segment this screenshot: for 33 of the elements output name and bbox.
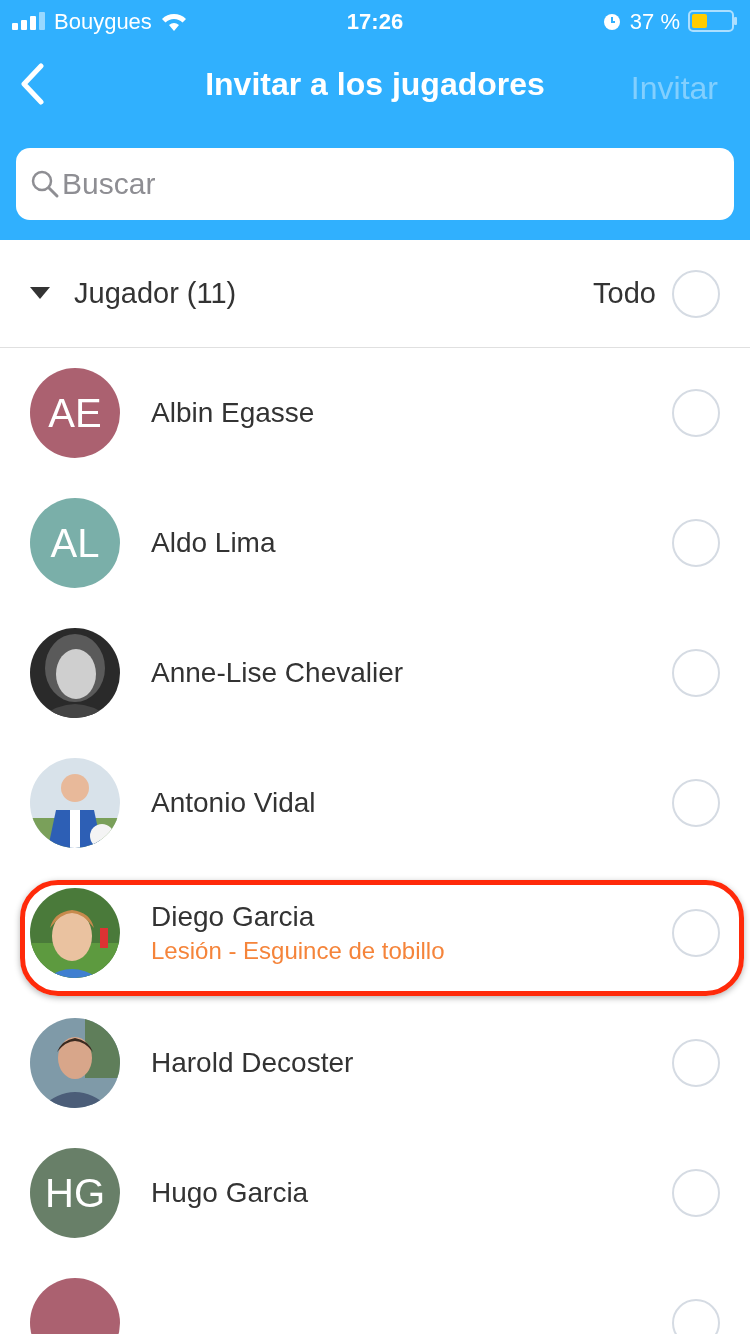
select-all-radio[interactable] bbox=[672, 269, 720, 318]
player-name: Antonio Vidal bbox=[151, 786, 317, 820]
signal-icon bbox=[12, 12, 46, 30]
player-name: Hugo Garcia bbox=[151, 1176, 310, 1210]
caret-icon[interactable] bbox=[30, 286, 50, 301]
avatar: AE bbox=[30, 368, 120, 458]
select-radio[interactable] bbox=[672, 779, 720, 827]
alarm-icon bbox=[601, 11, 622, 31]
select-radio[interactable] bbox=[672, 1039, 720, 1087]
battery-percent: 37 % bbox=[629, 7, 680, 36]
select-radio[interactable] bbox=[672, 909, 720, 957]
select-radio[interactable] bbox=[672, 1299, 720, 1334]
select-radio[interactable] bbox=[672, 389, 720, 437]
select-radio[interactable] bbox=[672, 1169, 720, 1217]
screen-title: Invitar a los jugadores bbox=[205, 65, 545, 104]
select-radio[interactable] bbox=[672, 649, 720, 697]
injury-note: Lesión - Esguince de tobillo bbox=[151, 936, 446, 966]
avatar: HG bbox=[30, 1148, 120, 1238]
player-name: Harold Decoster bbox=[151, 1046, 355, 1080]
player-name: Albin Egasse bbox=[151, 396, 316, 430]
player-name: Anne-Lise Chevalier bbox=[151, 656, 405, 690]
carrier-name: Bouygues bbox=[54, 7, 152, 36]
avatar: AL bbox=[30, 498, 120, 588]
player-name: Aldo Lima bbox=[151, 526, 277, 560]
group-label: Jugador (11) bbox=[74, 275, 238, 311]
clock-time: 17:26 bbox=[346, 7, 404, 36]
search-field[interactable]: Buscar bbox=[16, 148, 734, 220]
chevron-left-icon bbox=[19, 63, 45, 105]
battery-icon bbox=[688, 10, 738, 32]
select-all-label: Todo bbox=[593, 275, 656, 311]
select-radio[interactable] bbox=[672, 519, 720, 567]
search-icon bbox=[30, 169, 60, 199]
player-name: Diego Garcia bbox=[151, 900, 316, 934]
